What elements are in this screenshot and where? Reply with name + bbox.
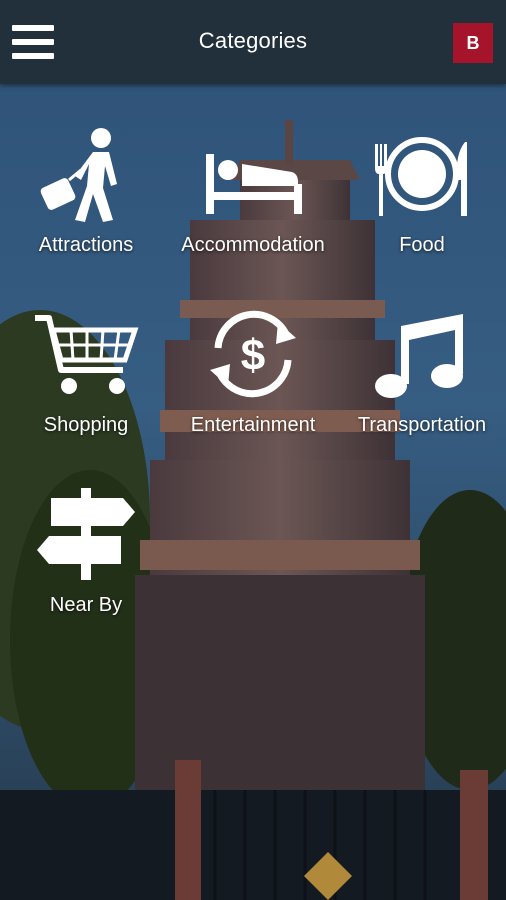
category-label: Attractions bbox=[38, 234, 134, 256]
dollar-exchange-icon: $ bbox=[210, 310, 296, 398]
app-header: Categories B bbox=[0, 0, 506, 84]
traveler-suitcase-icon bbox=[40, 128, 117, 222]
category-label: Near By bbox=[49, 594, 123, 616]
category-label: Entertainment bbox=[190, 414, 316, 436]
category-label: Transportation bbox=[357, 414, 487, 436]
category-food[interactable]: Food bbox=[338, 84, 506, 256]
category-attractions[interactable]: Attractions bbox=[2, 84, 170, 256]
brand-badge-button[interactable]: B bbox=[453, 23, 493, 63]
music-note-icon bbox=[375, 314, 463, 398]
page-title: Categories bbox=[198, 28, 308, 53]
category-near-by[interactable]: Near By bbox=[2, 444, 170, 616]
category-label: Food bbox=[399, 234, 445, 256]
svg-text:$: $ bbox=[241, 331, 265, 380]
plate-fork-knife-icon bbox=[375, 137, 467, 216]
shopping-cart-icon bbox=[35, 315, 139, 394]
bed-icon bbox=[206, 154, 302, 214]
category-grid: Attractions Accommodation Food Shopping … bbox=[0, 84, 506, 900]
category-transportation[interactable]: Transportation bbox=[338, 264, 506, 436]
signpost-icon bbox=[37, 488, 135, 580]
category-label: Accommodation bbox=[181, 234, 325, 256]
category-shopping[interactable]: Shopping bbox=[2, 264, 170, 436]
category-accommodation[interactable]: Accommodation bbox=[169, 84, 337, 256]
category-label: Shopping bbox=[43, 414, 129, 436]
category-entertainment[interactable]: $ Entertainment bbox=[169, 264, 337, 436]
